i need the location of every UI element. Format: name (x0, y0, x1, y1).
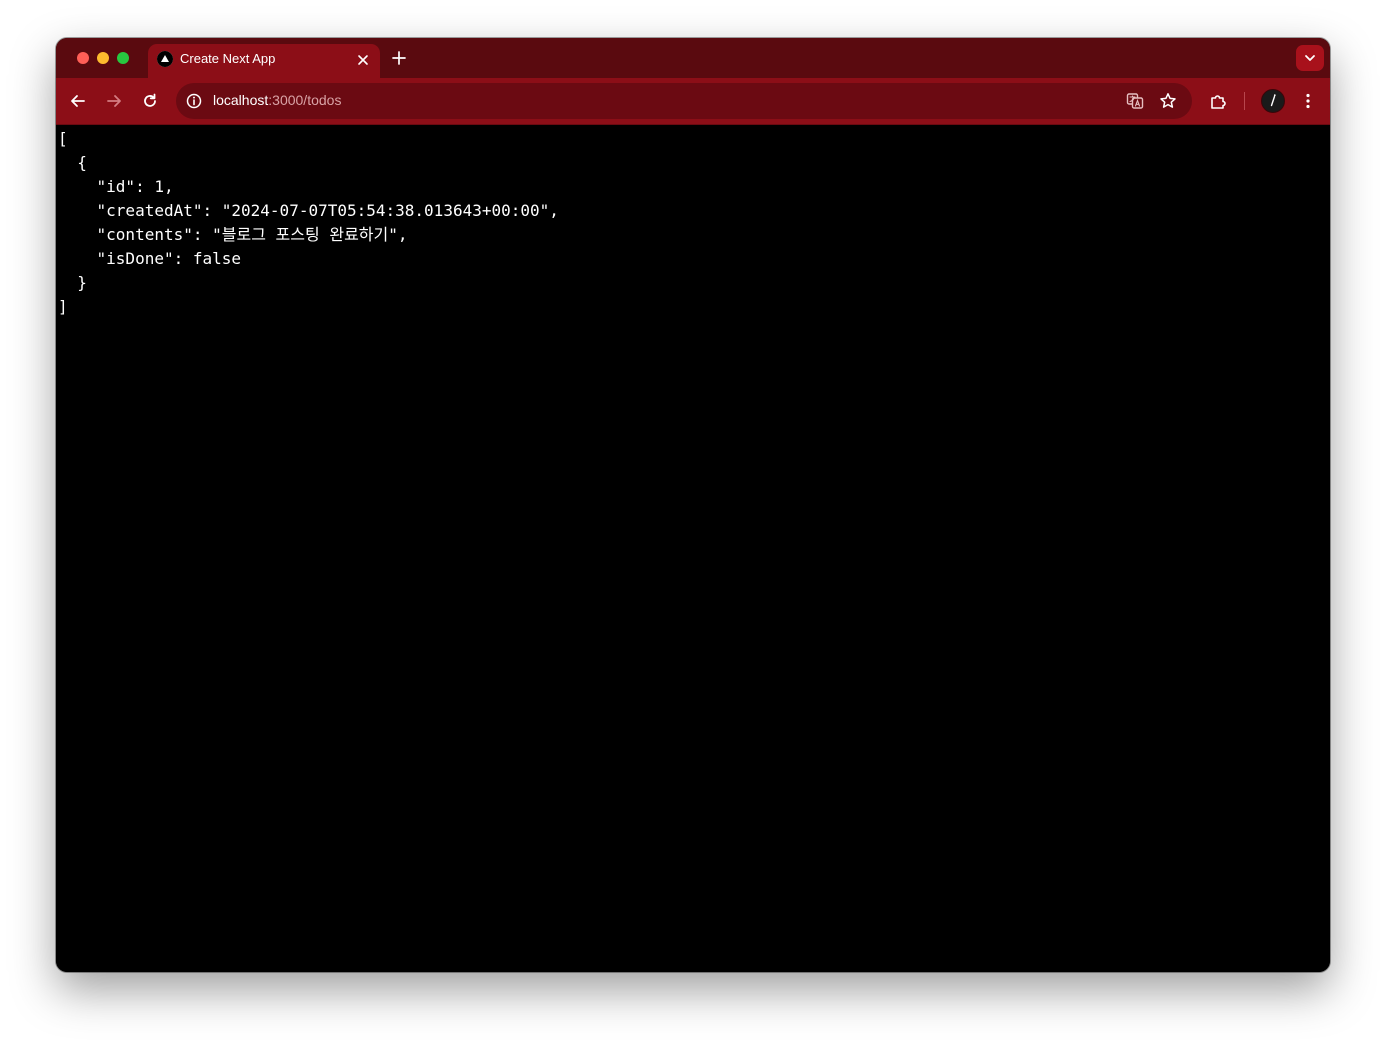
json-line: { (58, 153, 87, 172)
toolbar-divider (1244, 92, 1245, 110)
nextjs-triangle-icon (157, 51, 173, 67)
chevron-down-icon (1305, 55, 1315, 61)
json-line: "createdAt": "2024-07-07T05:54:38.013643… (58, 201, 559, 220)
arrow-left-icon[interactable] (67, 90, 89, 112)
arrow-right-icon[interactable] (103, 90, 125, 112)
window-zoom-button[interactable] (117, 52, 129, 64)
url-host: localhost (213, 92, 269, 108)
window-close-button[interactable] (77, 52, 89, 64)
tab-create-next-app[interactable]: Create Next App (148, 44, 380, 78)
puzzle-icon[interactable] (1207, 90, 1229, 112)
url-path: :3000/todos (268, 92, 342, 108)
address-bar[interactable]: localhost:3000/todos (176, 83, 1192, 119)
star-icon[interactable] (1158, 91, 1178, 111)
tab-search-button[interactable] (1296, 45, 1324, 71)
json-line: "contents": "블로그 포스팅 완료하기", (58, 225, 408, 244)
tab-title: Create Next App (180, 51, 276, 66)
tab-strip: Create Next App (56, 38, 1330, 78)
json-line: "isDone": false (58, 249, 242, 268)
url-text: localhost:3000/todos (213, 92, 341, 108)
info-icon[interactable] (184, 91, 204, 111)
json-line: [ (58, 129, 68, 148)
browser-window: Create Next App localhost:3000/todos [{… (56, 38, 1330, 972)
kebab-menu-icon[interactable] (1297, 90, 1319, 112)
close-icon[interactable] (354, 51, 372, 69)
window-minimize-button[interactable] (97, 52, 109, 64)
reload-icon[interactable] (139, 90, 161, 112)
plus-icon[interactable] (390, 49, 408, 67)
avatar[interactable] (1261, 89, 1285, 113)
translate-icon[interactable] (1125, 91, 1145, 111)
json-viewer: [ { "id": 1, "createdAt": "2024-07-07T05… (58, 127, 559, 319)
json-line: } (58, 273, 87, 292)
json-line: ] (58, 297, 68, 316)
browser-toolbar: localhost:3000/todos (56, 78, 1330, 125)
page-content: [ { "id": 1, "createdAt": "2024-07-07T05… (56, 125, 1330, 972)
json-line: "id": 1, (58, 177, 174, 196)
